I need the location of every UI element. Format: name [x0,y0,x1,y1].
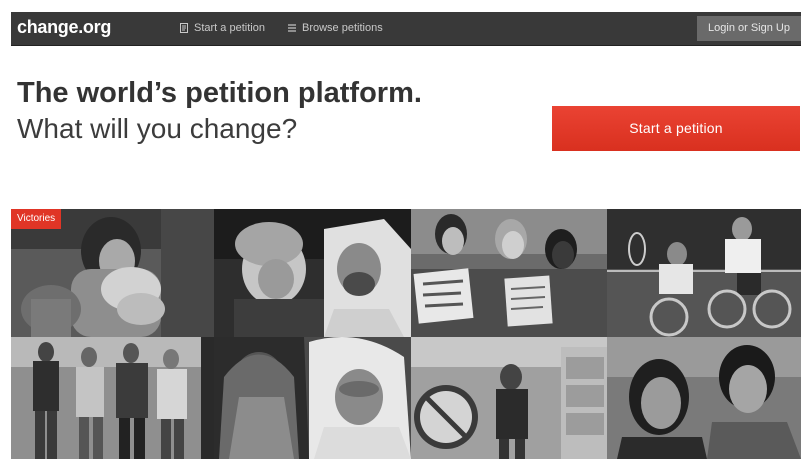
wheelchair-tennis-photo[interactable] [607,209,801,337]
victories-badge: Victories [11,209,62,229]
petition-icon [179,23,189,33]
page-subtitle: What will you change? [17,113,298,144]
login-signup-button[interactable]: Login or Sign Up [697,16,801,41]
start-petition-button[interactable]: Start a petition [552,106,800,151]
list-icon [287,23,297,33]
politicians-photo[interactable] [214,209,411,337]
women-headscarf-photo[interactable] [214,337,411,459]
two-women-photo[interactable] [607,337,801,459]
nav-browse-petitions[interactable]: Browse petitions [287,22,383,34]
victories-gallery [11,209,801,459]
top-navbar: change.org Start a petition Browse petit… [11,12,801,46]
nav-browse-petitions-label: Browse petitions [302,22,383,34]
nav-start-petition[interactable]: Start a petition [179,22,265,34]
nav-start-petition-label: Start a petition [194,22,265,34]
page-title: The world’s petition platform. [17,77,422,109]
logo[interactable]: change.org [17,17,111,38]
protest-crowd-photo[interactable] [411,337,607,459]
marchers-photo[interactable] [11,337,214,459]
protest-signs-photo[interactable] [411,209,607,337]
